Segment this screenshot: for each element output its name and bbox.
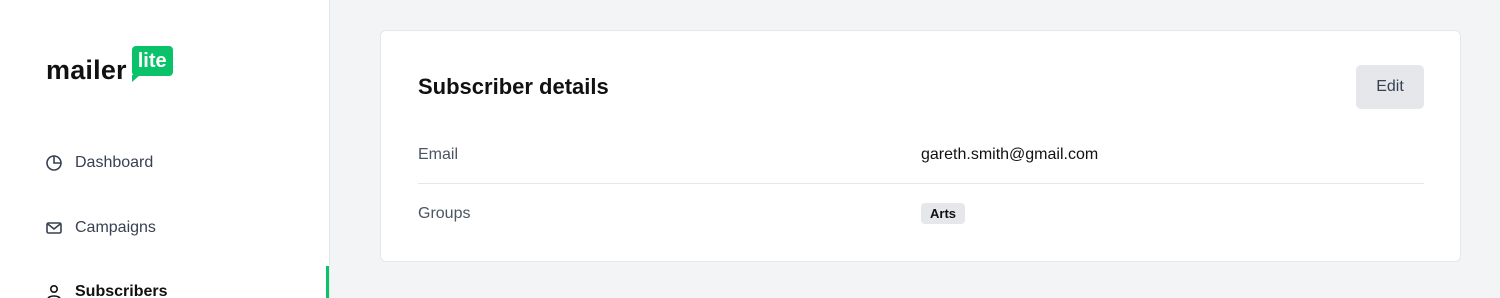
sidebar-item-label: Dashboard xyxy=(75,154,154,171)
logo-bubble-text: lite xyxy=(137,50,167,72)
app-window: mailer lite Dashboard Campaigns Subscrib… xyxy=(0,0,1500,298)
user-icon xyxy=(45,283,63,298)
logo-word: mailer xyxy=(46,55,127,85)
email-value: gareth.smith@gmail.com xyxy=(921,146,1099,163)
groups-label: Groups xyxy=(418,205,471,222)
edit-button[interactable]: Edit xyxy=(1356,65,1424,109)
pie-chart-icon xyxy=(45,154,63,172)
sidebar-item-label: Campaigns xyxy=(75,219,156,236)
subscriber-details-card: Subscriber details Edit Email gareth.smi… xyxy=(380,30,1461,262)
sidebar-item-subscribers[interactable]: Subscribers xyxy=(45,280,167,298)
group-tag[interactable]: Arts xyxy=(921,203,966,224)
active-nav-indicator xyxy=(326,266,329,298)
sidebar-item-label: Subscribers xyxy=(75,283,168,298)
brand-logo[interactable]: mailer lite xyxy=(46,46,173,86)
sidebar: mailer lite Dashboard Campaigns Subscrib… xyxy=(0,0,330,298)
detail-row-email: Email gareth.smith@gmail.com xyxy=(418,126,1424,184)
sidebar-item-campaigns[interactable]: Campaigns xyxy=(45,216,156,240)
email-label: Email xyxy=(418,146,459,163)
detail-row-groups: Groups Arts xyxy=(418,185,1424,243)
logo-bubble: lite xyxy=(131,46,173,82)
logo-bubble-tail xyxy=(131,75,140,82)
envelope-icon xyxy=(45,219,63,237)
card-title: Subscriber details xyxy=(418,74,609,99)
sidebar-item-dashboard[interactable]: Dashboard xyxy=(45,151,153,175)
